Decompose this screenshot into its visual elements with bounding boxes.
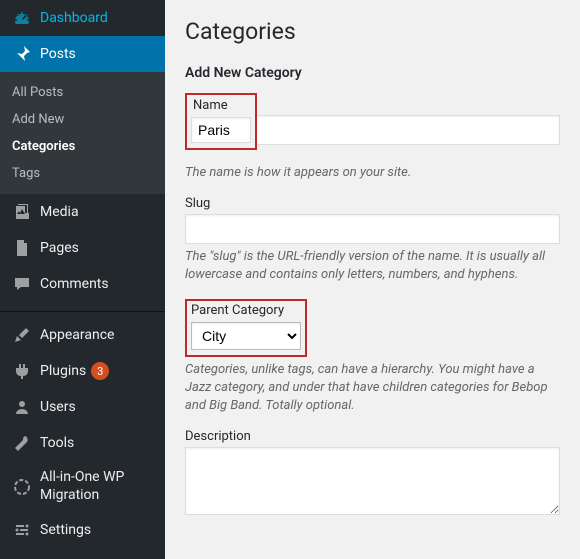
menu-label: Appearance xyxy=(40,327,114,343)
slug-label: Slug xyxy=(185,196,560,211)
field-description: Description xyxy=(185,429,560,519)
menu-label: Users xyxy=(40,399,76,415)
slug-description: The "slug" is the URL-friendly version o… xyxy=(185,248,560,284)
menu-label: Posts xyxy=(40,46,76,62)
name-input-extension[interactable] xyxy=(257,115,560,145)
name-input[interactable] xyxy=(191,117,251,143)
submenu-tags[interactable]: Tags xyxy=(0,160,165,187)
users-icon xyxy=(12,397,32,417)
menu-aio-migration[interactable]: All-in-One WP Migration xyxy=(0,461,165,512)
menu-label: Settings xyxy=(40,522,91,538)
field-parent: Parent Category City Categories, unlike … xyxy=(185,299,560,416)
menu-tools[interactable]: Tools xyxy=(0,425,165,461)
menu-label: Dashboard xyxy=(40,10,108,26)
submenu-all-posts[interactable]: All Posts xyxy=(0,79,165,106)
parent-label: Parent Category xyxy=(191,303,301,318)
menu-label: All-in-One WP Migration xyxy=(40,469,153,504)
menu-label: Tools xyxy=(40,435,74,451)
submenu-categories[interactable]: Categories xyxy=(0,133,165,160)
menu-posts[interactable]: Posts xyxy=(0,36,165,72)
menu-dashboard[interactable]: Dashboard xyxy=(0,0,165,36)
admin-sidebar: Dashboard Posts All Posts Add New Catego… xyxy=(0,0,165,559)
page-icon xyxy=(12,238,32,258)
description-label: Description xyxy=(185,429,560,444)
section-heading: Add New Category xyxy=(185,65,560,81)
parent-description: Categories, unlike tags, can have a hier… xyxy=(185,361,560,416)
field-slug: Slug The "slug" is the URL-friendly vers… xyxy=(185,196,560,284)
parent-select[interactable]: City xyxy=(191,322,301,350)
highlight-name: Name xyxy=(185,93,257,150)
menu-label: Comments xyxy=(40,276,109,292)
menu-comments[interactable]: Comments xyxy=(0,266,165,302)
tools-icon xyxy=(12,433,32,453)
name-description: The name is how it appears on your site. xyxy=(185,164,560,182)
menu-separator xyxy=(0,307,165,312)
name-label: Name xyxy=(191,98,251,113)
menu-users[interactable]: Users xyxy=(0,389,165,425)
media-icon xyxy=(12,202,32,222)
menu-appearance[interactable]: Appearance xyxy=(0,317,165,353)
submenu-add-new[interactable]: Add New xyxy=(0,106,165,133)
menu-media[interactable]: Media xyxy=(0,194,165,230)
page-title: Categories xyxy=(185,18,560,45)
field-name: Name xyxy=(185,93,560,150)
description-textarea[interactable] xyxy=(185,447,560,515)
menu-label: Pages xyxy=(40,240,79,256)
plugin-icon xyxy=(12,361,32,381)
highlight-parent: Parent Category City xyxy=(185,299,307,357)
posts-submenu: All Posts Add New Categories Tags xyxy=(0,72,165,194)
migration-icon xyxy=(12,477,32,497)
menu-plugins[interactable]: Plugins 3 xyxy=(0,353,165,389)
slug-input[interactable] xyxy=(185,214,560,244)
dashboard-icon xyxy=(12,8,32,28)
pushpin-icon xyxy=(12,44,32,64)
content-area: Categories Add New Category Name The nam… xyxy=(165,0,580,559)
appearance-icon xyxy=(12,325,32,345)
plugins-badge: 3 xyxy=(91,362,109,380)
comments-icon xyxy=(12,274,32,294)
menu-label: Media xyxy=(40,204,79,220)
menu-settings[interactable]: Settings xyxy=(0,512,165,548)
menu-pages[interactable]: Pages xyxy=(0,230,165,266)
menu-label: Plugins xyxy=(40,363,86,379)
settings-icon xyxy=(12,520,32,540)
